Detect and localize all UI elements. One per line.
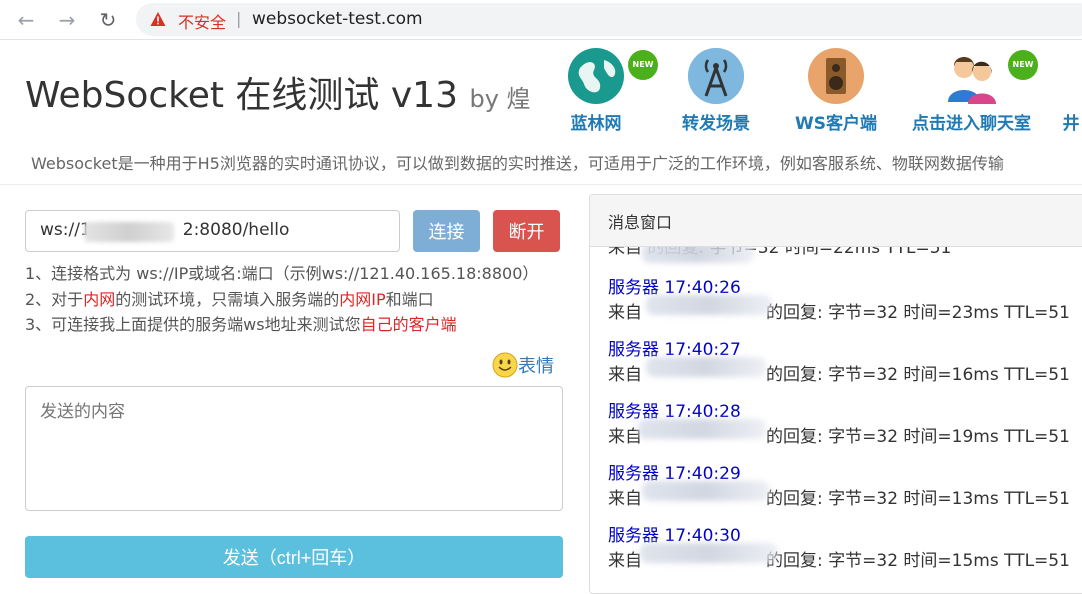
reload-icon[interactable]: ↻: [96, 8, 120, 32]
disconnect-button[interactable]: 断开: [493, 210, 560, 252]
tip-text: 3、可连接我上面提供的服务端ws地址来测试您: [25, 315, 361, 334]
nav-forward-scenario[interactable]: 转发场景: [682, 48, 750, 134]
tip-text: 和端口: [385, 290, 434, 309]
nav-label: 井: [1062, 114, 1080, 134]
nav-lanlin[interactable]: NEW 蓝林网: [568, 48, 658, 134]
emoji-label: 表情: [518, 356, 554, 377]
redacted-ip: [84, 222, 174, 242]
tip-text: 2、对于: [25, 290, 84, 309]
users-icon: [942, 48, 1002, 104]
tip-text: 的测试环境，只需填入服务端的: [115, 290, 340, 309]
redacted-ip: [646, 295, 772, 315]
tip-highlight: 内网IP: [339, 290, 386, 309]
tip-intranet: 2、对于内网的测试环境，只需填入服务端的内网IP和端口: [25, 286, 434, 310]
url-text[interactable]: websocket-test.com: [252, 9, 423, 29]
page-title: WebSocket 在线测试 v13 by 煌: [25, 66, 531, 118]
redacted-ip: [640, 543, 778, 563]
connect-button[interactable]: 连接: [413, 210, 480, 252]
message-window-title: 消息窗口: [590, 195, 1082, 247]
site-description: Websocket是一种用于H5浏览器的实时通讯协议，可以做到数据的实时推送，可…: [31, 154, 1004, 173]
redacted-ip: [646, 357, 766, 377]
address-separator: |: [236, 9, 242, 28]
divider: [0, 184, 1082, 185]
browser-toolbar: ← → ↻ 不安全 | websocket-test.com: [0, 0, 1082, 40]
title-text: WebSocket 在线测试 v13: [25, 75, 458, 116]
tip-format: 1、连接格式为 ws://IP或域名:端口（示例ws://121.40.165.…: [25, 264, 539, 283]
tip-highlight: 自己的客户端: [360, 315, 457, 334]
ws-url-input[interactable]: ws://1 2:8080/hello: [25, 210, 400, 252]
nav-label: WS客户端: [795, 114, 877, 134]
message-input[interactable]: [25, 386, 563, 511]
author-text: by 煌: [469, 85, 531, 113]
nav-label: 点击进入聊天室: [912, 114, 1031, 134]
smiley-icon: [492, 352, 518, 378]
new-badge: NEW: [1008, 50, 1038, 80]
back-arrow-icon[interactable]: ←: [14, 8, 38, 32]
url-suffix: 2:8080/hello: [182, 220, 290, 240]
speaker-icon: [808, 48, 864, 104]
redacted-ip: [638, 419, 766, 439]
globe-icon: [568, 48, 624, 104]
send-button[interactable]: 发送（ctrl+回车）: [25, 536, 563, 578]
new-badge: NEW: [628, 50, 658, 80]
nav-label: 蓝林网: [570, 114, 622, 134]
message-list[interactable]: 来自 的回复: 字节=32 时间=22ms TTL=51 服务器 17:40:2…: [590, 247, 1082, 593]
address-bar[interactable]: 不安全 | websocket-test.com: [136, 3, 1082, 36]
warning-icon: [150, 12, 166, 26]
redacted-ip: [642, 247, 754, 263]
tip-highlight: 内网: [83, 290, 116, 309]
redacted-ip: [642, 481, 770, 501]
emoji-button[interactable]: 表情: [492, 352, 554, 378]
insecure-label: 不安全: [178, 13, 227, 32]
nav-partial-icon: [1060, 48, 1082, 104]
nav-chatroom[interactable]: NEW 点击进入聊天室: [912, 48, 1038, 134]
forward-arrow-icon[interactable]: →: [55, 8, 79, 32]
antenna-icon: [688, 48, 744, 104]
nav-more[interactable]: 井: [1060, 48, 1082, 134]
nav-label: 转发场景: [682, 114, 750, 134]
tip-server: 3、可连接我上面提供的服务端ws地址来测试您自己的客户端: [25, 311, 457, 335]
nav-ws-client[interactable]: WS客户端: [795, 48, 877, 134]
message-window: 消息窗口 来自 的回复: 字节=32 时间=22ms TTL=51 服务器 17…: [589, 194, 1082, 594]
